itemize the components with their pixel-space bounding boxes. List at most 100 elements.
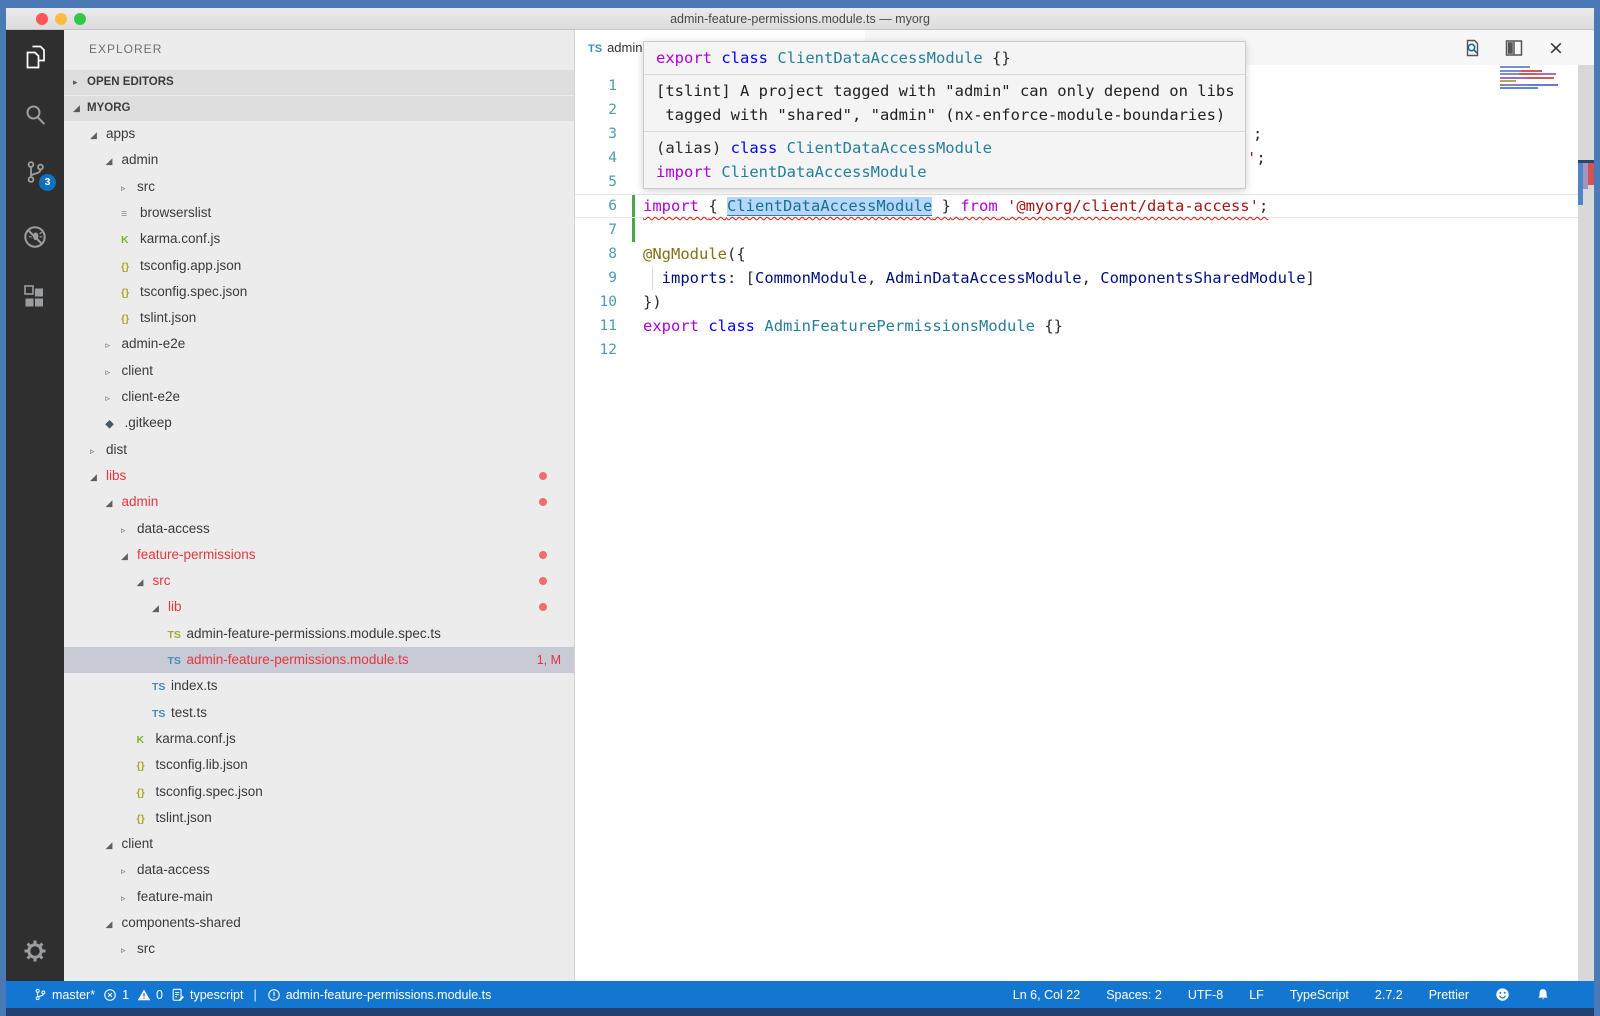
code-token: ClientDataAccessModule [721,163,926,181]
tree-item-admin-feature-permissions.module.spec.ts[interactable]: TSadmin-feature-permissions.module.spec.… [64,621,575,647]
hover-code-section: export class ClientDataAccessModule {} [644,42,1245,75]
tree-item-label: admin-e2e [122,336,186,351]
encoding[interactable]: UTF-8 [1188,988,1223,1002]
cursor-position[interactable]: Ln 6, Col 22 [1013,988,1080,1002]
tree-item-tslint.json[interactable]: {}tslint.json [64,305,575,331]
code-token: class [708,317,755,335]
code-line-6[interactable]: import { ClientDataAccessModule } from '… [643,194,1268,218]
json-file-icon: {} [137,806,156,832]
problem-file-status[interactable]: admin-feature-permissions.module.ts [267,988,492,1002]
title-bar[interactable]: admin-feature-permissions.module.ts — my… [6,8,1594,30]
vscode-window: admin-feature-permissions.module.ts — my… [6,8,1594,1008]
feedback-smiley[interactable] [1495,987,1510,1002]
code-line-11[interactable]: export class AdminFeaturePermissionsModu… [643,314,1063,338]
code-token [768,49,777,67]
tree-item-data-access[interactable]: ▹data-access [64,516,575,542]
close-icon[interactable]: × [1546,38,1566,58]
tree-item-test.ts[interactable]: TStest.ts [64,700,575,726]
line-number-5: 5 [575,170,617,194]
tree-item-data-access[interactable]: ▹data-access [64,857,575,883]
tree-item-admin[interactable]: ◢admin [64,147,575,173]
status-bar-right: Ln 6, Col 22 Spaces: 2 UTF-8 LF TypeScript 2.… [1013,987,1550,1002]
tree-item-lib[interactable]: ◢lib [64,594,575,620]
code-line-9[interactable]: imports: [CommonModule, AdminDataAccessM… [643,266,1315,290]
tree-item-label: admin [122,494,159,509]
json-file-icon: {} [137,753,156,779]
indentation[interactable]: Spaces: 2 [1106,988,1162,1002]
overview-ruler-scrollbar[interactable] [1578,65,1594,981]
tree-item-tslint.json[interactable]: {}tslint.json [64,805,575,831]
tree-item-admin[interactable]: ◢admin [64,489,575,515]
minimap[interactable] [1500,66,1560,91]
tree-item-admin-e2e[interactable]: ▹admin-e2e [64,331,575,357]
tree-item-label: libs [106,468,126,483]
tree-item-client[interactable]: ◢client [64,831,575,857]
search-icon[interactable] [21,101,49,129]
tree-item-dist[interactable]: ▹dist [64,437,575,463]
explorer-icon[interactable] [21,43,49,71]
tree-item-label: client [122,836,154,851]
problems-modified-badge: 1, M [537,647,561,673]
git-branch-status[interactable]: master* [34,987,95,1002]
tree-item-karma.conf.js[interactable]: Kkarma.conf.js [64,226,575,252]
typescript-version[interactable]: 2.7.2 [1375,988,1403,1002]
language-mode[interactable]: TypeScript [1290,988,1349,1002]
line-number-3: 3 [575,122,617,146]
tree-item-browserslist[interactable]: ≡browserslist [64,200,575,226]
tree-item-src[interactable]: ▹src [64,936,575,962]
tree-item-feature-permissions[interactable]: ◢feature-permissions [64,542,575,568]
tree-item-label: tslint.json [156,810,212,825]
code-line-10[interactable]: }) [643,290,662,314]
tree-item-client-e2e[interactable]: ▹client-e2e [64,384,575,410]
tree-item-karma.conf.js[interactable]: Kkarma.conf.js [64,726,575,752]
settings-gear-icon[interactable] [21,937,49,965]
smiley-icon [1495,987,1510,1002]
prettier-status[interactable]: Prettier [1429,988,1469,1002]
code-token: ] [1306,269,1315,287]
eol-sequence[interactable]: LF [1249,988,1264,1002]
editor-group[interactable]: TSadmin-feature-permissions.module.ts [575,30,1594,981]
tree-item-tsconfig.lib.json[interactable]: {}tsconfig.lib.json [64,752,575,778]
info-icon [267,988,281,1002]
source-control-icon[interactable]: 3 [21,158,49,186]
tree-item-components-shared[interactable]: ◢components-shared [64,910,575,936]
code-token: , [867,269,886,287]
code-token: import [643,197,699,215]
debug-disabled-icon[interactable] [21,223,49,251]
tree-item-apps[interactable]: ◢apps [64,121,575,147]
line-number-11: 11 [575,314,617,338]
tree-item-.gitkeep[interactable]: ◆.gitkeep [64,410,575,436]
chevron-down-icon: ◢ [121,544,137,570]
tree-item-src[interactable]: ▹src [64,174,575,200]
desktop-background: admin-feature-permissions.module.ts — my… [0,0,1600,1016]
chevron-down-icon: ◢ [152,596,168,622]
extensions-icon[interactable] [21,283,49,311]
tree-item-label: browserslist [140,205,211,220]
tree-item-index.ts[interactable]: TSindex.ts [64,673,575,699]
tree-item-libs[interactable]: ◢libs [64,463,575,489]
tree-item-feature-main[interactable]: ▹feature-main [64,884,575,910]
error-count[interactable]: 1 [103,988,129,1002]
tree-item-tsconfig.spec.json[interactable]: {}tsconfig.spec.json [64,279,575,305]
tree-item-src[interactable]: ◢src [64,568,575,594]
code-token [951,197,960,215]
tslint-status[interactable]: typescript [171,988,244,1002]
split-editor-icon[interactable] [1504,38,1524,58]
warning-count[interactable]: 0 [137,988,163,1002]
warning-icon [137,988,151,1002]
chevron-right-icon: ▹ [121,859,137,885]
code-line-8[interactable]: @NgModule({ [643,242,746,266]
error-dot-badge [539,603,547,611]
modified-line-gutter-indicator [632,218,635,242]
code-token: ; [1259,197,1268,215]
chevron-right-icon: ▹ [106,333,122,359]
tree-item-tsconfig.spec.json[interactable]: {}tsconfig.spec.json [64,779,575,805]
tree-item-admin-feature-permissions.module.ts[interactable]: TSadmin-feature-permissions.module.ts1, … [64,647,575,673]
open-changes-icon[interactable] [1462,38,1482,58]
code-token: '@myorg/client/data-access' [1007,197,1259,215]
notifications-bell[interactable] [1536,987,1550,1002]
overview-marker [1588,163,1594,185]
tree-item-tsconfig.app.json[interactable]: {}tsconfig.app.json [64,253,575,279]
tree-item-client[interactable]: ▹client [64,358,575,384]
tree-item-label: tsconfig.spec.json [140,284,247,299]
